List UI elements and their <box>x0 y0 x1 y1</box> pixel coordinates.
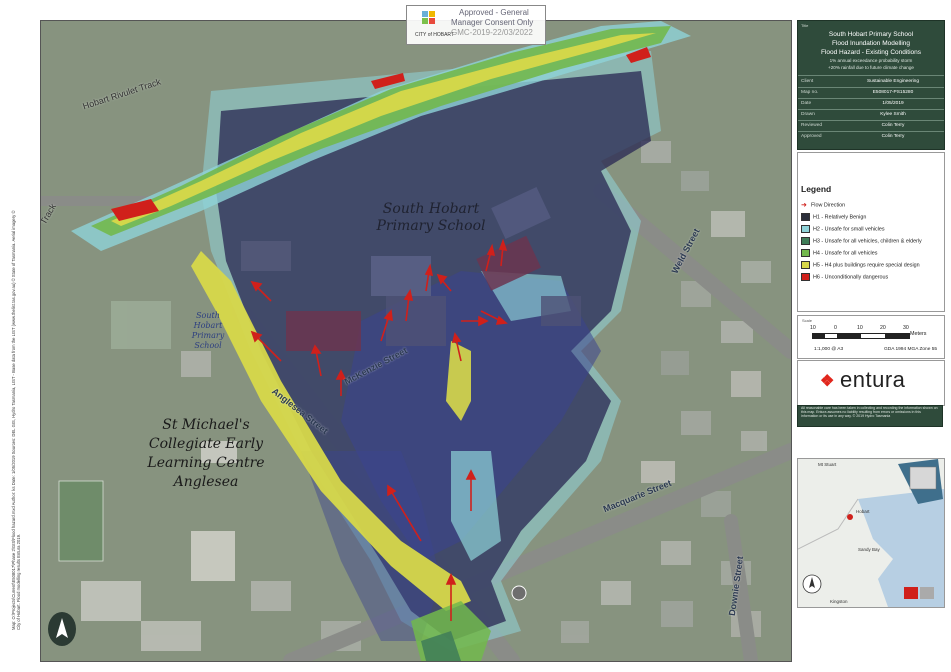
scale-projection: GDA 1994 MGA Zone 55 <box>884 347 938 352</box>
legend-label: Flow Direction <box>811 202 846 209</box>
legend: Legend ➜ Flow Direction H1 - Relatively B… <box>797 152 945 312</box>
title-label: Title <box>801 23 809 28</box>
row-date: Date 1/05/2019 <box>798 99 944 110</box>
brand-name: entura <box>840 367 906 392</box>
row-value: Colin Terry <box>881 134 905 139</box>
row-reviewed: Reviewed Colin Terry <box>798 121 944 132</box>
row-value: 1/05/2019 <box>882 101 904 106</box>
stamp-line3: GMC-2019-22/03/2022 <box>451 28 533 37</box>
row-key: Date <box>801 101 812 106</box>
title-line1: South Hobart Primary School <box>828 31 914 38</box>
stamp-line2: Manager Consent Only <box>451 18 534 27</box>
scale-tick: 10 <box>857 325 863 331</box>
locmap-label: Kingston <box>830 599 848 604</box>
row-value: Colin Terry <box>881 123 905 128</box>
scale-tick: 20 <box>880 325 886 331</box>
row-key: Drawn <box>801 112 815 117</box>
swatch-h5 <box>801 261 810 269</box>
title-header: Title South Hobart Primary School Flood … <box>798 21 944 76</box>
brand-block: ❖ entura <box>797 360 945 406</box>
legend-label: H3 - Unsafe for all vehicles, children &… <box>813 238 922 245</box>
city-logo-text: CITY of HOBART <box>415 32 454 38</box>
scale-tick: 10 <box>810 325 816 331</box>
title-line3: Flood Hazard - Existing Conditions <box>820 49 922 56</box>
location-marker-icon <box>511 585 527 601</box>
approval-stamp: CITY of HOBART Approved - General Manage… <box>406 5 546 45</box>
label-collegiate: St Michael's Collegiate Early Learning C… <box>147 417 265 490</box>
title-block: Title South Hobart Primary School Flood … <box>797 20 945 150</box>
scale-ratio: 1:1,000 @ A3 <box>814 347 844 352</box>
row-approved: Approved Colin Terry <box>798 132 944 142</box>
flood-hazard-map[interactable] <box>41 21 791 661</box>
row-key: Client <box>801 79 814 84</box>
north-arrow-icon <box>48 612 76 646</box>
title-line2: Flood Inundation Modelling <box>831 40 911 47</box>
scale-units: Meters <box>910 331 927 337</box>
swatch-h4 <box>801 249 810 257</box>
disclaimer: All reasonable care has been taken in co… <box>797 405 943 427</box>
swatch-h6 <box>801 273 810 281</box>
locmap-label: Hobart <box>856 509 870 514</box>
swatch-h2 <box>801 225 810 233</box>
map-frame[interactable]: South Hobart Primary School South Hobart… <box>40 20 792 662</box>
side-note: Map: O:\Projects\Current\E508017\Phase 2… <box>11 210 21 630</box>
row-client: Client Sustainable Engineering <box>798 77 944 88</box>
scale-tick: 30 <box>903 325 909 331</box>
scale-tick: 0 <box>834 325 837 331</box>
entura-logo-icon: ❖ <box>820 373 835 390</box>
legend-label: H6 - Unconditionally dangerous <box>813 274 889 281</box>
row-key: Reviewed <box>801 123 823 128</box>
scale-bar-graphic <box>812 333 910 339</box>
row-map-no: Map no. E508017-PS15280 <box>798 88 944 99</box>
scale-label: Scale <box>802 318 813 323</box>
row-value: E508017-PS15280 <box>872 90 914 95</box>
legend-label: H4 - Unsafe for all vehicles <box>813 250 878 257</box>
legend-title: Legend <box>801 184 832 194</box>
legend-flow-direction: ➜ Flow Direction <box>801 201 845 211</box>
title-line4: 1% annual exceedance probability storm <box>829 58 913 63</box>
legend-item-h6: H6 - Unconditionally dangerous <box>801 273 888 283</box>
row-value: Kylee Smith <box>880 112 906 117</box>
flow-arrow-icon: ➜ <box>801 202 807 209</box>
legend-label: H2 - Unsafe for small vehicles <box>813 226 885 233</box>
sports-field <box>58 480 104 562</box>
legend-label: H1 - Relatively Benign <box>813 214 867 221</box>
legend-item-h2: H2 - Unsafe for small vehicles <box>801 225 885 235</box>
legend-item-h5: H5 - H4 plus buildings require special d… <box>801 261 920 271</box>
row-drawn: Drawn Kylee Smith <box>798 110 944 121</box>
legend-item-h3: H3 - Unsafe for all vehicles, children &… <box>801 237 922 247</box>
locmap-label: Sandy Bay <box>858 547 880 552</box>
legend-item-h4: H4 - Unsafe for all vehicles <box>801 249 877 259</box>
location-map: Mt Stuart Hobart Sandy Bay Kingston <box>797 458 945 608</box>
swatch-h1 <box>801 213 810 221</box>
title-line5: +20% rainfall due to future climate chan… <box>828 65 914 70</box>
row-key: Map no. <box>801 90 819 95</box>
row-key: Approved <box>801 134 822 139</box>
legend-item-h1: H1 - Relatively Benign <box>801 213 866 223</box>
locmap-label: Mt Stuart <box>818 462 837 467</box>
row-value: Sustainable Engineering <box>866 79 919 84</box>
label-school-small: South Hobart Primary School <box>191 311 225 350</box>
swatch-h3 <box>801 237 810 245</box>
legend-label: H5 - H4 plus buildings require special d… <box>813 262 920 269</box>
scale-bar: Scale 10 0 10 20 30 Meters 1:1,000 @ A3 … <box>797 315 945 359</box>
label-school: South Hobart Primary School <box>376 201 486 234</box>
stamp-line1: Approved - General <box>459 8 529 17</box>
city-logo-icon <box>422 11 435 24</box>
